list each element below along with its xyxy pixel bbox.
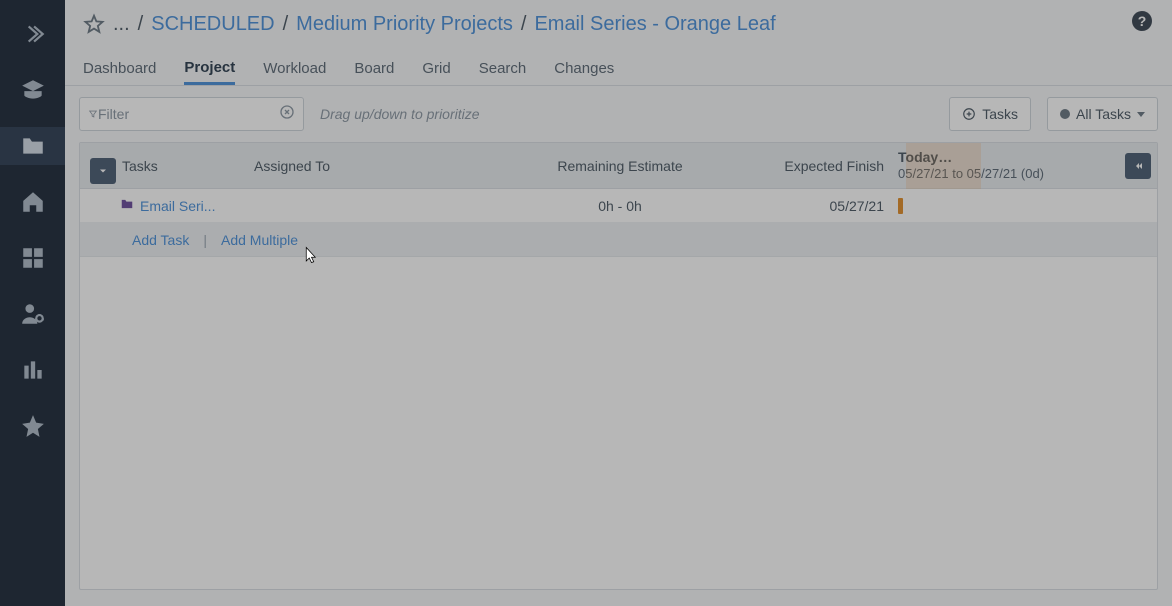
tab-changes[interactable]: Changes bbox=[554, 60, 614, 85]
col-expected-label: Expected Finish bbox=[784, 158, 884, 174]
help-icon[interactable]: ? bbox=[1130, 9, 1154, 39]
breadcrumb-current[interactable]: Email Series - Orange Leaf bbox=[534, 13, 775, 36]
sidebar-people-icon[interactable] bbox=[0, 295, 65, 333]
add-multiple-link[interactable]: Add Multiple bbox=[221, 232, 298, 248]
col-assigned-label: Assigned To bbox=[254, 158, 330, 174]
all-tasks-dropdown[interactable]: All Tasks bbox=[1047, 97, 1158, 131]
tasks-button[interactable]: Tasks bbox=[949, 97, 1031, 131]
toolbar: Drag up/down to prioritize Tasks All Tas… bbox=[65, 86, 1172, 142]
breadcrumb-sep: / bbox=[283, 13, 289, 36]
task-remaining: 0h - 0h bbox=[470, 198, 770, 214]
add-row: Add Task | Add Multiple bbox=[80, 223, 1157, 257]
task-expected: 05/27/21 bbox=[770, 198, 890, 214]
expand-all-icon[interactable] bbox=[90, 158, 116, 184]
main-content: ... / SCHEDULED / Medium Priority Projec… bbox=[65, 0, 1172, 606]
col-today-label: Today… bbox=[898, 149, 952, 166]
tasks-button-label: Tasks bbox=[982, 106, 1018, 122]
task-grid: Tasks Assigned To Remaining Estimate Exp… bbox=[79, 142, 1158, 590]
app-sidebar bbox=[0, 0, 65, 606]
breadcrumb-sep: / bbox=[138, 13, 144, 36]
filter-box[interactable] bbox=[79, 97, 304, 131]
clear-filter-icon[interactable] bbox=[279, 104, 295, 125]
add-row-divider: | bbox=[203, 232, 207, 248]
sidebar-reports-icon[interactable] bbox=[0, 351, 65, 389]
all-tasks-label: All Tasks bbox=[1076, 106, 1131, 122]
breadcrumb-sep: / bbox=[521, 13, 527, 36]
svg-text:?: ? bbox=[1138, 13, 1147, 29]
status-dot-icon bbox=[1060, 109, 1070, 119]
filter-input[interactable] bbox=[98, 106, 279, 122]
folder-icon bbox=[120, 197, 134, 214]
favorite-star-icon[interactable] bbox=[83, 13, 105, 35]
tab-project[interactable]: Project bbox=[184, 59, 235, 85]
chevron-down-icon bbox=[1137, 112, 1145, 117]
sidebar-home-icon[interactable] bbox=[0, 183, 65, 221]
grid-header: Tasks Assigned To Remaining Estimate Exp… bbox=[80, 143, 1157, 189]
col-tasks-label: Tasks bbox=[122, 158, 158, 174]
col-remaining-label: Remaining Estimate bbox=[557, 158, 682, 174]
table-row[interactable]: Email Seri... 0h - 0h 05/27/21 bbox=[80, 189, 1157, 223]
task-name-link[interactable]: Email Seri... bbox=[140, 198, 215, 214]
tab-dashboard[interactable]: Dashboard bbox=[83, 60, 156, 85]
filter-icon bbox=[88, 106, 98, 122]
prioritize-hint: Drag up/down to prioritize bbox=[320, 106, 480, 122]
sidebar-academy-icon[interactable] bbox=[0, 71, 65, 109]
sidebar-projects-icon[interactable] bbox=[0, 127, 65, 165]
tab-search[interactable]: Search bbox=[479, 60, 527, 85]
col-today-range: 05/27/21 to 05/27/21 (0d) bbox=[898, 166, 1044, 182]
tab-workload[interactable]: Workload bbox=[263, 60, 326, 85]
breadcrumb-ellipsis[interactable]: ... bbox=[113, 13, 130, 36]
tab-grid[interactable]: Grid bbox=[422, 60, 450, 85]
breadcrumb-medium-priority[interactable]: Medium Priority Projects bbox=[296, 13, 513, 36]
sidebar-expand-icon[interactable] bbox=[0, 15, 65, 53]
sidebar-favorites-icon[interactable] bbox=[0, 407, 65, 445]
tab-board[interactable]: Board bbox=[354, 60, 394, 85]
tab-bar: Dashboard Project Workload Board Grid Se… bbox=[65, 48, 1172, 86]
sidebar-apps-icon[interactable] bbox=[0, 239, 65, 277]
collapse-timeline-icon[interactable] bbox=[1125, 153, 1151, 179]
plus-circle-icon bbox=[962, 107, 976, 121]
gantt-bar[interactable] bbox=[898, 198, 903, 214]
breadcrumb-scheduled[interactable]: SCHEDULED bbox=[151, 13, 274, 36]
breadcrumb-bar: ... / SCHEDULED / Medium Priority Projec… bbox=[65, 0, 1172, 48]
add-task-link[interactable]: Add Task bbox=[132, 232, 189, 248]
